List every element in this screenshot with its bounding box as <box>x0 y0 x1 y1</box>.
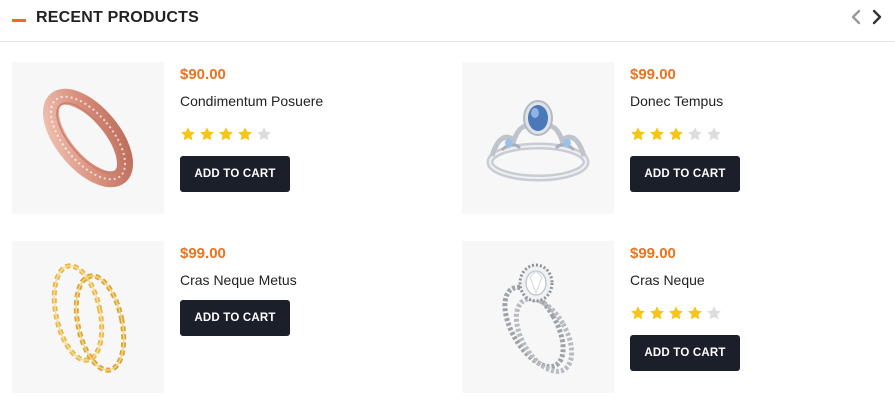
add-to-cart-button[interactable]: ADD TO CART <box>630 156 740 192</box>
chevron-right-icon <box>872 9 882 25</box>
carousel-next-button[interactable] <box>870 8 884 26</box>
add-to-cart-button[interactable]: ADD TO CART <box>180 156 290 192</box>
star-filled-icon <box>669 127 683 141</box>
diamond-bridal-set-image <box>502 263 575 374</box>
sapphire-tiara-ring-image <box>486 100 590 182</box>
star-filled-icon <box>669 306 683 320</box>
rating-stars <box>630 126 722 142</box>
star-filled-icon <box>650 306 664 320</box>
product-image[interactable] <box>12 241 164 393</box>
add-to-cart-button[interactable]: ADD TO CART <box>180 300 290 336</box>
product-price: $99.00 <box>180 245 226 262</box>
product-name[interactable]: Donec Tempus <box>630 93 723 109</box>
product-name[interactable]: Condimentum Posuere <box>180 93 323 109</box>
section-header: RECENT PRODUCTS <box>0 0 895 42</box>
product-price: $90.00 <box>180 66 226 83</box>
star-empty-icon <box>707 127 721 141</box>
section-title: RECENT PRODUCTS <box>36 9 200 26</box>
star-filled-icon <box>631 127 645 141</box>
recent-products-section: RECENT PRODUCTS $90.00 Condimentum Posue… <box>0 0 895 402</box>
add-to-cart-button[interactable]: ADD TO CART <box>630 335 740 371</box>
product-price: $99.00 <box>630 245 676 262</box>
product-card: $99.00 Donec Tempus ADD TO CART <box>462 62 895 214</box>
gold-floral-rings-image <box>51 263 127 373</box>
star-filled-icon <box>631 306 645 320</box>
product-image[interactable] <box>12 62 164 214</box>
rating-stars <box>180 126 272 142</box>
star-filled-icon <box>200 127 214 141</box>
product-image[interactable] <box>462 62 614 214</box>
star-filled-icon <box>238 127 252 141</box>
carousel-prev-button[interactable] <box>849 8 863 26</box>
product-name[interactable]: Cras Neque <box>630 272 705 288</box>
star-filled-icon <box>688 306 702 320</box>
star-empty-icon <box>257 127 271 141</box>
star-empty-icon <box>707 306 721 320</box>
star-filled-icon <box>219 127 233 141</box>
product-card: $90.00 Condimentum Posuere ADD TO CART <box>12 62 452 214</box>
title-accent-bar <box>12 19 26 22</box>
product-card: $99.00 Cras Neque Metus ADD TO CART <box>12 241 452 393</box>
product-name[interactable]: Cras Neque Metus <box>180 272 297 288</box>
product-price: $99.00 <box>630 66 676 83</box>
star-empty-icon <box>688 127 702 141</box>
star-filled-icon <box>181 127 195 141</box>
star-filled-icon <box>650 127 664 141</box>
product-image[interactable] <box>462 241 614 393</box>
product-card: $99.00 Cras Neque ADD TO CART <box>462 241 895 393</box>
rose-gold-ring-image <box>42 88 134 188</box>
chevron-left-icon <box>851 9 861 25</box>
rating-stars <box>630 305 722 321</box>
